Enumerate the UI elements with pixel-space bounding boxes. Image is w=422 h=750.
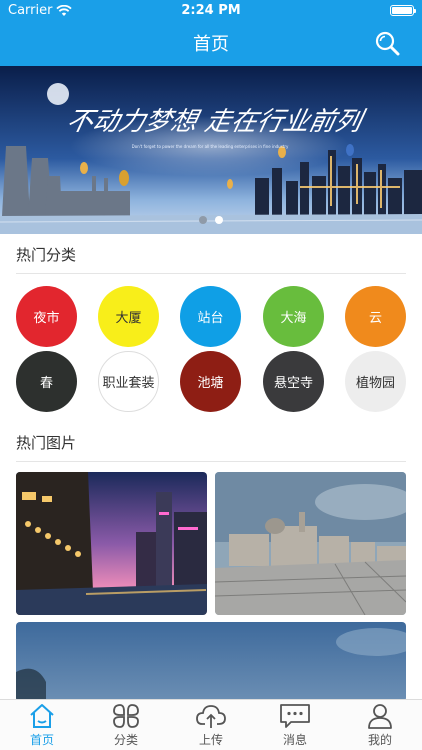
category-label: 春 [39, 376, 53, 391]
section-divider [16, 461, 406, 462]
hot-photos-title: 热门图片 [16, 434, 77, 452]
category-grid: 夜市 大厦 站台 大海 云春 职业套装 池塘 悬空寺 植物园 [16, 286, 408, 412]
search-button[interactable] [374, 30, 400, 56]
banner-image: 不动力梦想 走在行业前列 Don't forget to power the d… [0, 66, 422, 234]
category-label: 站台 [197, 311, 224, 326]
banner-subline: Don't forget to power the dream for all … [132, 144, 289, 149]
tab-label: 我的 [367, 733, 392, 747]
category-item[interactable]: 大厦 [98, 286, 159, 347]
tab-messages[interactable]: 消息 [253, 703, 337, 750]
tab-label: 首页 [29, 733, 54, 747]
photo-grid [16, 472, 406, 702]
photo-card-riverside-buildings[interactable] [215, 472, 406, 615]
category-label: 大厦 [115, 311, 142, 326]
photo-sky [16, 622, 406, 702]
category-label: 职业套装 [102, 376, 155, 391]
category-icon [113, 704, 139, 728]
category-item[interactable]: 夜市 [16, 286, 77, 347]
category-item[interactable]: 春 [16, 351, 77, 412]
section-divider [16, 273, 406, 274]
category-item[interactable]: 云 [345, 286, 406, 347]
category-label: 池塘 [197, 376, 224, 391]
status-time: 2:24 PM [181, 3, 241, 18]
banner-carousel[interactable]: 不动力梦想 走在行业前列 Don't forget to power the d… [0, 66, 422, 234]
carousel-dot[interactable] [215, 216, 223, 224]
photo-card-sky[interactable] [16, 622, 406, 702]
tab-label: 上传 [198, 733, 223, 747]
message-icon [280, 704, 310, 728]
carousel-indicator [0, 216, 422, 224]
photo-riverside-buildings [215, 472, 406, 615]
page-title: 首页 [193, 34, 229, 55]
tab-profile[interactable]: 我的 [338, 703, 422, 750]
category-label: 夜市 [33, 311, 60, 326]
status-bar: Carrier 2:24 PM [0, 0, 422, 22]
category-item[interactable]: 职业套装 [98, 351, 159, 412]
category-label: 大海 [280, 311, 307, 326]
tab-home[interactable]: 首页 [0, 703, 84, 750]
tab-label: 消息 [282, 733, 307, 747]
tab-label: 分类 [113, 733, 138, 747]
category-label: 悬空寺 [273, 376, 313, 391]
category-label: 植物园 [355, 376, 395, 391]
category-item[interactable]: 植物园 [345, 351, 406, 412]
top-bar: Carrier 2:24 PM 首页 [0, 0, 422, 66]
cloud-upload-icon [196, 705, 226, 728]
banner-slogan: 不动力梦想 走在行业前列 [64, 107, 368, 137]
category-item[interactable]: 池塘 [180, 351, 241, 412]
category-label: 云 [368, 311, 382, 326]
photo-night-street [16, 472, 207, 615]
user-icon [368, 704, 392, 729]
home-icon [30, 704, 54, 728]
category-item[interactable]: 悬空寺 [263, 351, 324, 412]
tab-upload[interactable]: 上传 [169, 703, 253, 750]
carousel-dot[interactable] [199, 216, 207, 224]
tab-categories[interactable]: 分类 [84, 703, 168, 750]
category-item[interactable]: 站台 [180, 286, 241, 347]
hot-categories-title: 热门分类 [16, 246, 77, 264]
battery-icon [390, 5, 416, 16]
category-item[interactable]: 大海 [263, 286, 324, 347]
photo-card-night-street[interactable] [16, 472, 207, 615]
tab-bar: 首页 分类 上传 消息 我的 [0, 699, 422, 750]
search-icon [375, 31, 400, 56]
